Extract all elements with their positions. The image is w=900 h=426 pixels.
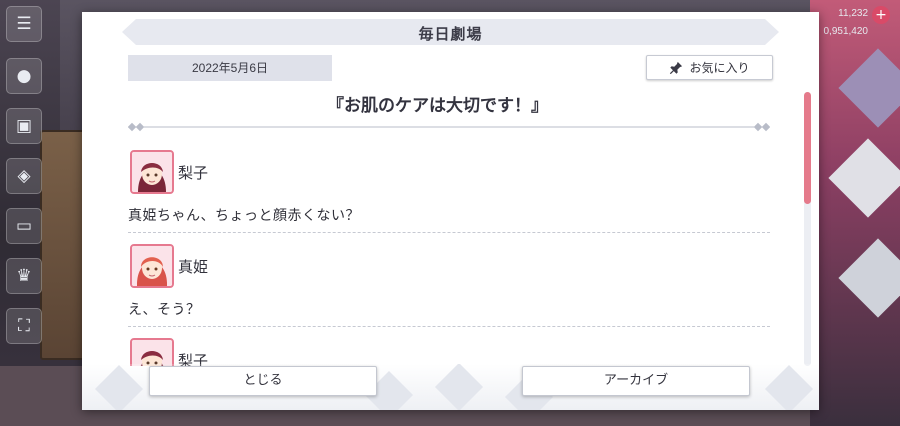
scrollbar-thumb[interactable] — [804, 92, 811, 204]
scrollbar-track[interactable] — [804, 92, 811, 366]
footer-decoration — [94, 364, 144, 410]
riko-avatar — [130, 150, 174, 194]
menu-tile — [828, 138, 900, 218]
maki-avatar — [130, 244, 174, 288]
add-currency-button[interactable]: + — [872, 6, 890, 24]
favorite-button[interactable]: お気に入り — [646, 55, 773, 80]
message-text: え、そう？ — [128, 302, 201, 318]
footer-decoration — [764, 364, 814, 410]
monitor-icon[interactable]: ▭ — [6, 208, 42, 244]
archive-button[interactable]: アーカイブ — [522, 366, 750, 396]
left-icon-strip: ☰ ● ▣ ◈ ▭ ♛ ⛶ — [0, 0, 50, 426]
close-button[interactable]: とじる — [149, 366, 377, 396]
currency-display: 11,232 0,951,420 + — [808, 4, 890, 44]
daily-theater-dialog: 毎日劇場 2022年5月6日 お気に入り 『お肌のケアは大切です！』 梨子 真姫… — [82, 12, 819, 410]
message-separator — [128, 232, 770, 233]
pin-icon — [670, 61, 683, 74]
riko-avatar — [130, 338, 174, 366]
menu-tile — [838, 48, 900, 128]
message-separator — [128, 326, 770, 327]
currency-bottom-value: 0,951,420 — [823, 26, 869, 37]
menu-icon[interactable]: ☰ — [6, 6, 42, 42]
chat-icon[interactable]: ● — [6, 58, 42, 94]
trophy-icon[interactable]: ♛ — [6, 258, 42, 294]
background-right-menu — [810, 0, 900, 426]
fullscreen-icon[interactable]: ⛶ — [6, 308, 42, 344]
title-divider — [128, 122, 770, 132]
menu-tile — [838, 238, 900, 318]
speaker-name: 真姫 — [178, 258, 209, 276]
story-scroll-area[interactable]: 梨子 真姫ちゃん、ちょっと顔赤くない？ 真姫 え、そう？ 梨子 — [128, 140, 800, 366]
favorite-button-label: お気に入り — [689, 61, 750, 75]
message-text: 真姫ちゃん、ちょっと顔赤くない？ — [128, 208, 360, 224]
shop-icon[interactable]: ▣ — [6, 108, 42, 144]
currency-top-value: 11,232 — [838, 8, 868, 19]
story-title: 『お肌のケアは大切です！』 — [327, 96, 548, 116]
dialog-footer: とじる アーカイブ — [82, 364, 819, 410]
dialog-title-bar: 毎日劇場 — [122, 19, 779, 45]
footer-decoration — [434, 364, 484, 410]
speaker-name: 梨子 — [178, 164, 209, 182]
date-label: 2022年5月6日 — [128, 55, 332, 81]
gift-icon[interactable]: ◈ — [6, 158, 42, 194]
dialog-title: 毎日劇場 — [418, 25, 483, 43]
